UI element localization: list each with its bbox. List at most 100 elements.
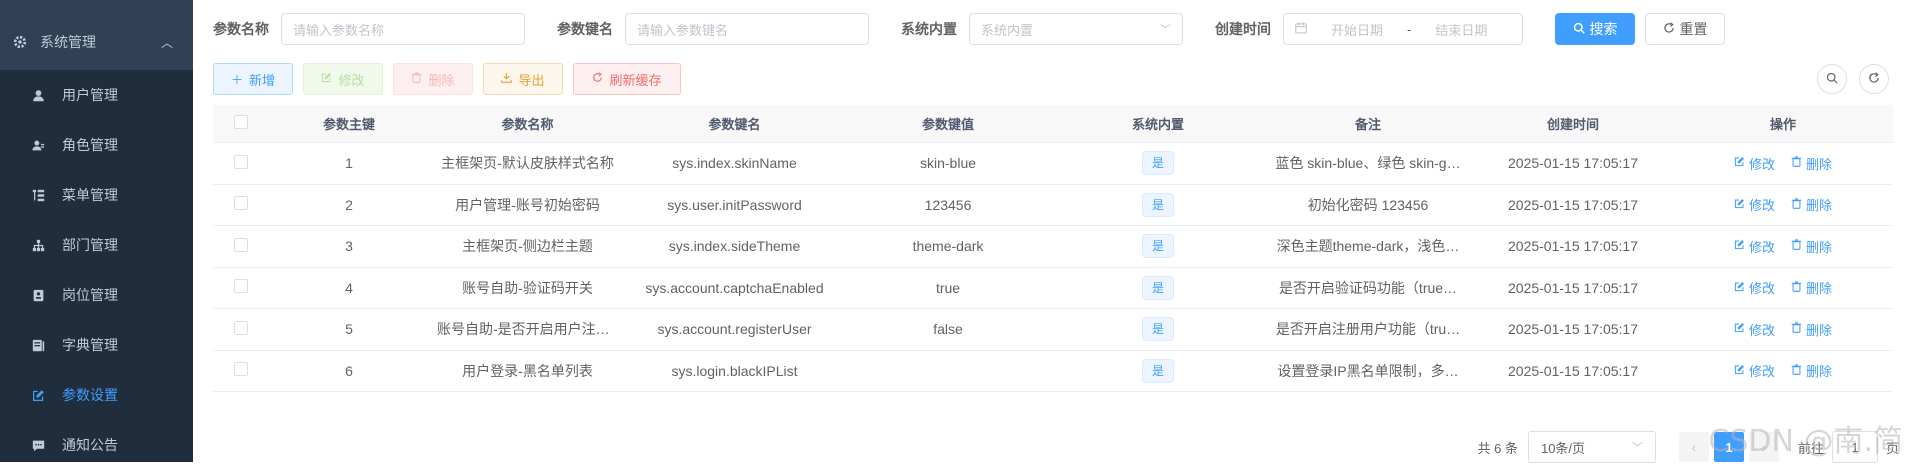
sidebar-item-post[interactable]: 岗位管理 [0, 270, 193, 320]
edit-icon [1734, 322, 1745, 336]
row-checkbox[interactable] [234, 196, 248, 210]
table-row: 1主框架页-默认皮肤样式名称sys.index.skinNameskin-blu… [213, 143, 1893, 185]
trash-icon [1791, 239, 1802, 253]
select-all-checkbox[interactable] [234, 115, 248, 129]
row-delete-label: 删除 [1806, 237, 1832, 256]
cell-remark: 深色主题theme-dark，浅色… [1263, 236, 1473, 256]
date-range-picker[interactable]: 开始日期 - 结束日期 [1283, 13, 1523, 45]
toggle-search-button[interactable] [1817, 64, 1847, 94]
header-create-time: 创建时间 [1473, 114, 1673, 133]
param-key-placeholder: 请输入参数键名 [637, 20, 728, 39]
org-tree-icon [30, 237, 46, 253]
watermark: CSDN @南.简 [1708, 416, 1903, 460]
row-checkbox[interactable] [234, 279, 248, 293]
row-checkbox[interactable] [234, 362, 248, 376]
cell-param-name: 账号自助-验证码开关 [429, 278, 626, 298]
search-form: 参数名称 请输入参数名称 参数键名 请输入参数键名 系统内置 系统内置 ﹀ 创建… [213, 13, 1725, 45]
row-checkbox[interactable] [234, 155, 248, 169]
cell-param-value: theme-dark [843, 238, 1053, 254]
row-edit-label: 修改 [1749, 237, 1775, 256]
add-button[interactable]: ＋ 新增 [213, 63, 293, 95]
builtin-type-select[interactable]: 系统内置 ﹀ [969, 13, 1183, 45]
param-key-input[interactable]: 请输入参数键名 [625, 13, 869, 45]
builtin-tag: 是 [1142, 317, 1174, 341]
sidebar-item-label: 岗位管理 [62, 285, 118, 305]
edit-button[interactable]: 修改 [303, 63, 383, 95]
row-checkbox[interactable] [234, 238, 248, 252]
cell-create-time: 2025-01-15 17:05:17 [1473, 280, 1673, 296]
reset-button[interactable]: 重置 [1645, 13, 1725, 45]
row-edit-button[interactable]: 修改 [1734, 278, 1775, 297]
cell-param-key: sys.index.skinName [626, 155, 843, 171]
row-delete-button[interactable]: 删除 [1791, 195, 1832, 214]
page-size-select[interactable]: 10条/页 ﹀ [1528, 431, 1656, 463]
row-delete-label: 删除 [1806, 320, 1832, 339]
row-delete-button[interactable]: 删除 [1791, 237, 1832, 256]
prev-page-button[interactable]: ‹ [1679, 432, 1709, 462]
row-delete-button[interactable]: 删除 [1791, 320, 1832, 339]
sidebar-item-label: 部门管理 [62, 235, 118, 255]
sidebar-item-notice[interactable]: 通知公告 [0, 420, 193, 470]
edit-icon [1734, 198, 1745, 212]
refresh-icon [1868, 71, 1880, 87]
trash-icon [1791, 322, 1802, 336]
cell-param-name: 账号自助-是否开启用户注册… [429, 319, 626, 339]
refresh-cache-button[interactable]: 刷新缓存 [573, 63, 681, 95]
cell-param-key: sys.account.captchaEnabled [626, 280, 843, 296]
cell-builtin: 是 [1053, 234, 1263, 258]
param-name-label: 参数名称 [213, 19, 269, 39]
sidebar-item-role[interactable]: 角色管理 [0, 120, 193, 170]
row-edit-button[interactable]: 修改 [1734, 237, 1775, 256]
row-delete-button[interactable]: 删除 [1791, 154, 1832, 173]
trash-icon [1791, 156, 1802, 170]
cell-remark: 初始化密码 123456 [1263, 195, 1473, 215]
row-edit-button[interactable]: 修改 [1734, 320, 1775, 339]
cell-remark: 蓝色 skin-blue、绿色 skin-g… [1263, 153, 1473, 173]
row-checkbox[interactable] [234, 321, 248, 335]
menu-system-management[interactable]: 系统管理 ︿ [0, 14, 193, 70]
header-actions: 操作 [1673, 114, 1893, 133]
sidebar-item-user[interactable]: 用户管理 [0, 70, 193, 120]
sidebar-item-config[interactable]: 参数设置 [0, 370, 193, 420]
cell-create-time: 2025-01-15 17:05:17 [1473, 238, 1673, 254]
start-date-placeholder: 开始日期 [1321, 20, 1393, 39]
edit-icon [321, 72, 332, 86]
delete-button[interactable]: 删除 [393, 63, 473, 95]
row-edit-label: 修改 [1749, 278, 1775, 297]
select-cell [213, 155, 269, 172]
param-name-input[interactable]: 请输入参数名称 [281, 13, 525, 45]
header-remark: 备注 [1263, 114, 1473, 133]
header-param-id: 参数主键 [269, 114, 429, 133]
role-icon [30, 137, 46, 153]
cell-actions: 修改删除 [1673, 361, 1893, 380]
row-delete-label: 删除 [1806, 195, 1832, 214]
row-edit-button[interactable]: 修改 [1734, 195, 1775, 214]
calendar-icon [1295, 22, 1307, 37]
row-edit-button[interactable]: 修改 [1734, 361, 1775, 380]
param-key-label: 参数键名 [557, 19, 613, 39]
message-icon [30, 437, 46, 453]
page-size-value: 10条/页 [1541, 438, 1585, 457]
main-content: 参数名称 请输入参数名称 参数键名 请输入参数键名 系统内置 系统内置 ﹀ 创建… [193, 0, 1913, 462]
cell-actions: 修改 删除 [1673, 195, 1893, 214]
refresh-icon [1663, 22, 1675, 37]
sidebar-item-dept[interactable]: 部门管理 [0, 220, 193, 270]
export-button[interactable]: 导出 [483, 63, 563, 95]
sidebar-item-label: 用户管理 [62, 85, 118, 105]
cell-param-id: 2 [269, 197, 429, 213]
download-icon [501, 72, 512, 86]
row-delete-button[interactable]: 删除 [1791, 361, 1832, 380]
cell-actions: 修改删除 [1673, 154, 1893, 173]
search-button[interactable]: 搜索 [1555, 13, 1635, 45]
builtin-type-label: 系统内置 [901, 19, 957, 39]
row-delete-button[interactable]: 删除 [1791, 278, 1832, 297]
select-cell [213, 279, 269, 296]
sidebar-item-dict[interactable]: 字典管理 [0, 320, 193, 370]
sidebar-item-menu[interactable]: 菜单管理 [0, 170, 193, 220]
refresh-icon [592, 72, 603, 86]
user-icon [30, 87, 46, 103]
row-edit-button[interactable]: 修改 [1734, 154, 1775, 173]
row-edit-label: 修改 [1749, 195, 1775, 214]
chevron-left-icon: ‹ [1692, 440, 1696, 455]
refresh-table-button[interactable] [1859, 64, 1889, 94]
